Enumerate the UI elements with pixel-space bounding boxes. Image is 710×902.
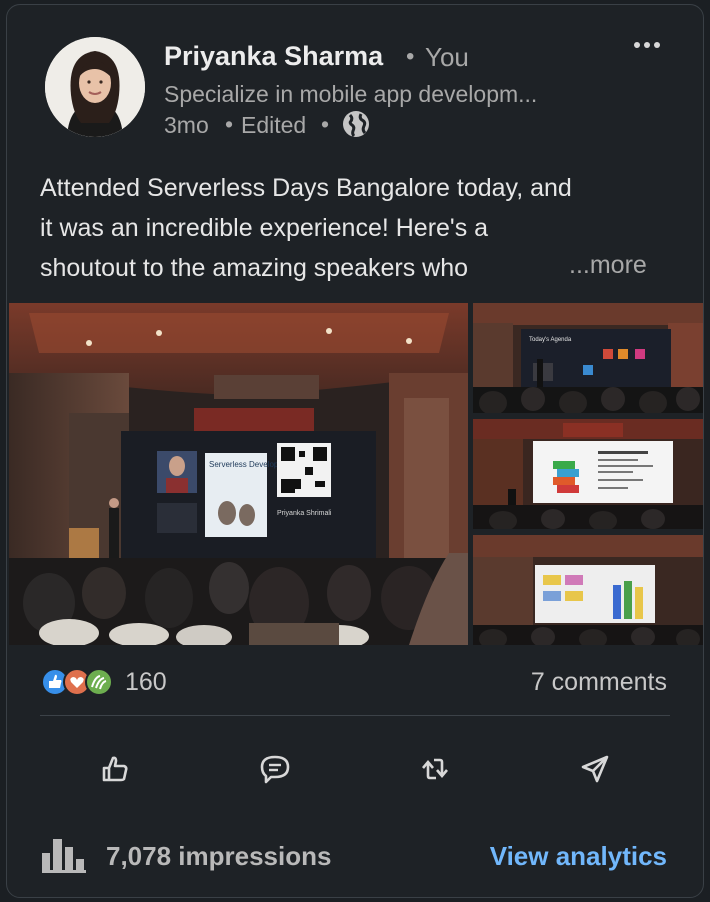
edited-label: Edited [241, 112, 307, 138]
see-more-link[interactable]: ...more [569, 251, 647, 280]
globe-icon [341, 109, 371, 139]
like-button[interactable] [93, 747, 137, 791]
post-image-thumb[interactable]: Today's Agenda [473, 303, 703, 413]
comments-count[interactable]: 7 comments [531, 668, 667, 697]
reaction-icons[interactable] [40, 667, 120, 697]
send-button[interactable] [573, 747, 617, 791]
reaction-count[interactable]: 160 [125, 668, 167, 697]
analytics-bars-icon [42, 837, 86, 873]
view-analytics-link[interactable]: View analytics [490, 841, 667, 872]
side-slide-title: Today's Agenda [529, 337, 572, 343]
post-time: 3mo [164, 112, 209, 138]
separator-dot: • [406, 43, 415, 70]
relation-label: You [425, 42, 469, 72]
post-card: Priyanka Sharma • You Specialize in mobi… [6, 4, 704, 898]
divider [40, 715, 670, 716]
separator-dot: • [225, 111, 234, 137]
author-headline: Specialize in mobile app developm... [164, 81, 538, 107]
more-options-icon[interactable] [629, 33, 665, 57]
post-image-main[interactable]: Serverless Development on AWS Priyanka S… [9, 303, 468, 645]
repost-icon [422, 758, 448, 780]
send-icon [581, 755, 609, 783]
comment-button[interactable] [253, 747, 297, 791]
slide-footer: Priyanka Shrimali [277, 510, 332, 517]
author-name[interactable]: Priyanka Sharma [164, 41, 383, 72]
post-image-thumb[interactable] [473, 419, 703, 529]
comment-icon [260, 755, 290, 784]
separator-dot: • [321, 111, 330, 137]
thumbs-up-icon [102, 756, 128, 782]
impressions-count: 7,078 impressions [106, 841, 332, 871]
author-avatar[interactable] [45, 37, 145, 137]
post-text-line: it was an incredible experience! Here's … [40, 214, 489, 242]
post-image-thumb[interactable] [473, 535, 703, 645]
post-text-line: Attended Serverless Days Bangalore today… [40, 174, 572, 202]
repost-button[interactable] [413, 747, 457, 791]
